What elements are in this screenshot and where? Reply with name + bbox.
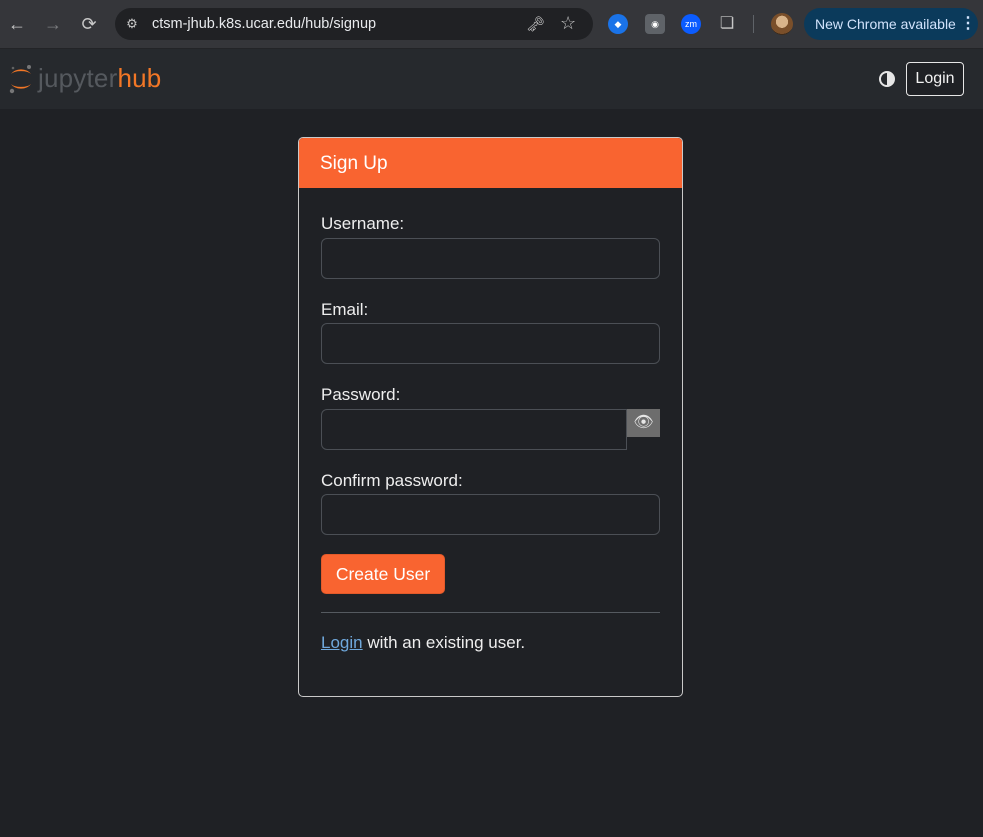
login-suffix-text: with an existing user. — [362, 633, 526, 652]
password-key-icon[interactable]: 🗝 — [526, 15, 545, 33]
jupyter-logo-icon — [9, 65, 31, 94]
confirm-password-label: Confirm password: — [321, 471, 463, 490]
bookmark-star-icon[interactable]: ☆ — [560, 13, 576, 34]
password-input[interactable] — [321, 409, 627, 450]
show-password-eye-icon[interactable]: 👁 — [627, 409, 660, 437]
jupyterhub-logo[interactable]: jupyterhub — [8, 62, 161, 96]
password-label: Password: — [321, 385, 401, 404]
login-link[interactable]: Login — [321, 633, 363, 652]
login-existing-text: Login with an existing user. — [321, 633, 525, 653]
hub-navbar: jupyterhub — [0, 49, 983, 109]
url-text[interactable]: ctsm-jhub.k8s.ucar.edu/hub/signup — [152, 8, 376, 40]
email-label: Email: — [321, 300, 369, 319]
logo-jupyter-text: jupyter — [38, 63, 118, 93]
browser-toolbar: ← → ⟳ ⚙ ctsm-jhub.k8s.ucar.edu/hub/signu… — [0, 0, 983, 49]
divider — [321, 612, 660, 613]
zoom-extension-icon[interactable]: zm — [681, 14, 701, 34]
create-user-button[interactable]: Create User — [321, 554, 445, 594]
logo-hub-text: hub — [117, 63, 162, 93]
address-bar[interactable]: ⚙ ctsm-jhub.k8s.ucar.edu/hub/signup 🗝 ☆ — [115, 8, 593, 40]
toolbar-divider — [753, 15, 754, 33]
more-vert-icon[interactable]: ⋮ — [960, 8, 976, 40]
theme-toggle-icon[interactable] — [879, 71, 895, 87]
username-label: Username: — [321, 214, 405, 233]
chrome-update-button[interactable]: New Chrome available ⋮ — [804, 8, 978, 40]
camera-icon[interactable]: ◉ — [645, 14, 665, 34]
header-login-button[interactable]: Login — [906, 62, 964, 96]
puzzle-icon[interactable]: ❏ — [717, 14, 737, 34]
reload-icon[interactable]: ⟳ — [77, 12, 101, 36]
confirm-password-input[interactable] — [321, 494, 660, 535]
email-input[interactable] — [321, 323, 660, 364]
signup-card: Sign Up Username: Email: Password: 👁 Con… — [298, 137, 683, 697]
extension-icon[interactable]: ◆ — [608, 14, 628, 34]
forward-icon[interactable]: → — [41, 12, 65, 36]
signup-title: Sign Up — [299, 138, 682, 188]
profile-avatar[interactable] — [771, 13, 793, 35]
username-input[interactable] — [321, 238, 660, 279]
site-settings-icon[interactable]: ⚙ — [123, 15, 141, 33]
back-icon[interactable]: ← — [5, 12, 29, 36]
update-label: New Chrome available — [815, 16, 956, 32]
